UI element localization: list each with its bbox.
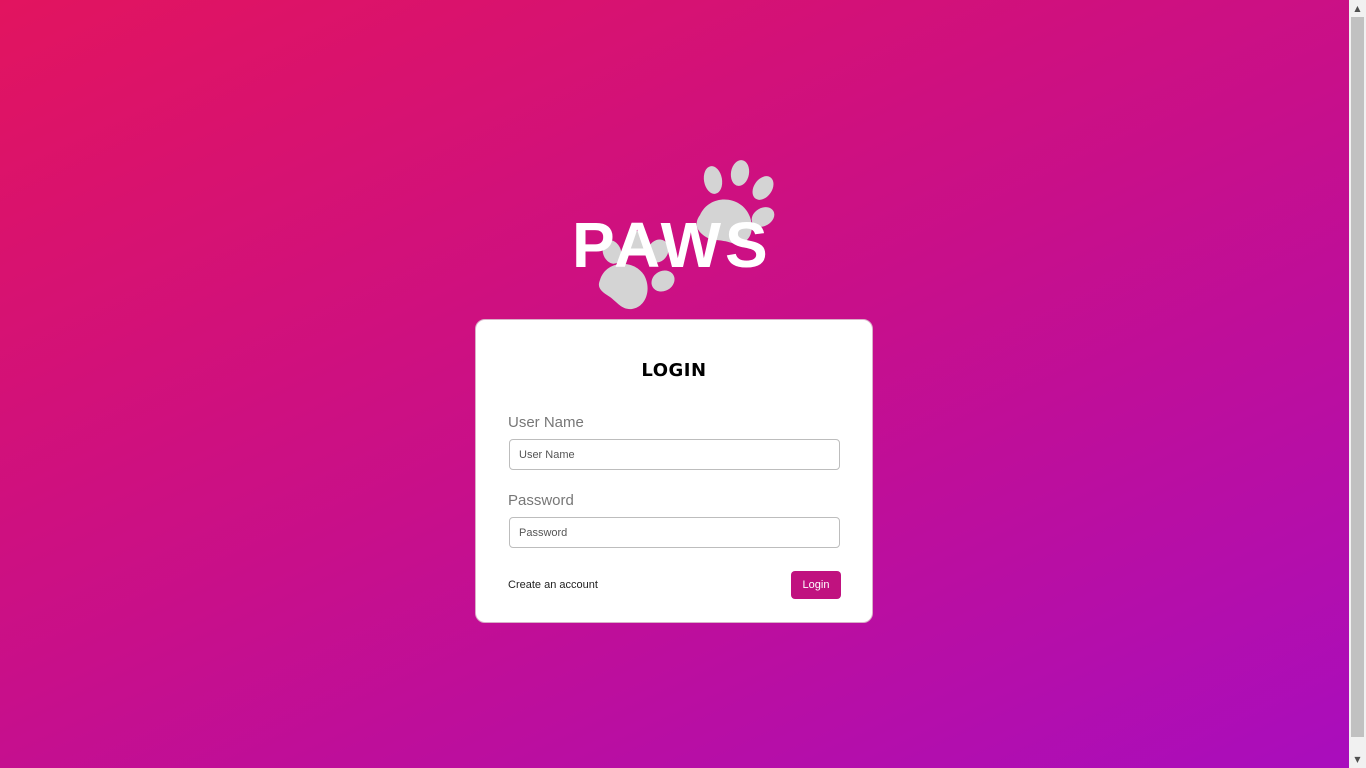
paws-logo: PAWS <box>560 155 790 315</box>
login-card: LOGIN User Name Password Create an accou… <box>475 319 873 623</box>
password-input[interactable] <box>509 517 840 548</box>
username-label: User Name <box>508 414 584 431</box>
scroll-down-icon[interactable]: ▼ <box>1349 751 1366 768</box>
vertical-scrollbar[interactable]: ▲ ▼ <box>1349 0 1366 768</box>
scrollbar-thumb[interactable] <box>1351 17 1364 737</box>
login-title: LOGIN <box>641 360 707 381</box>
scroll-up-icon[interactable]: ▲ <box>1349 0 1366 17</box>
page-background: PAWS LOGIN User Name Password Create an … <box>0 0 1349 768</box>
create-account-link[interactable]: Create an account <box>508 579 598 591</box>
username-input[interactable] <box>509 439 840 470</box>
logo-wordmark: PAWS <box>572 209 772 281</box>
password-label: Password <box>508 492 574 509</box>
login-button[interactable]: Login <box>791 571 841 599</box>
